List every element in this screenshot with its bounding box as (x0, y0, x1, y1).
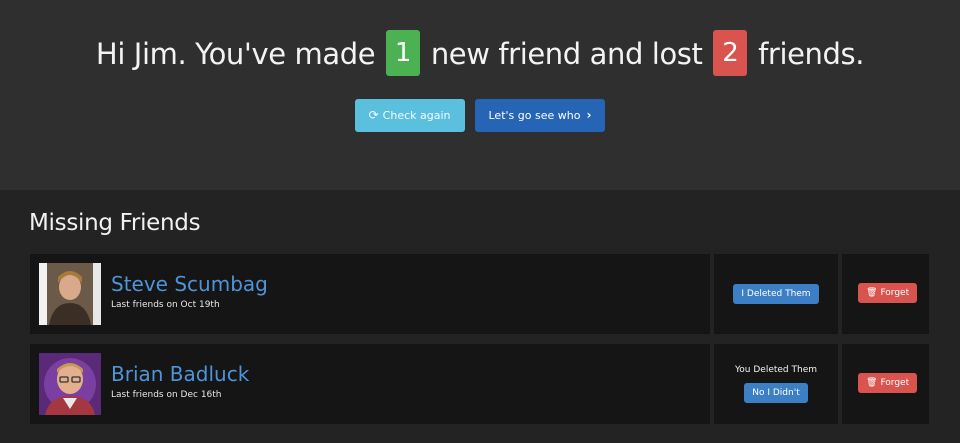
action-cell: 🗑 Forget (842, 254, 929, 334)
summary-headline: Hi Jim. You've made 1 new friend and los… (0, 30, 960, 78)
friend-info-cell: Brian Badluck Last friends on Dec 16th (30, 344, 710, 424)
friend-info-cell: Steve Scumbag Last friends on Oct 19th (30, 254, 710, 334)
summary-header: Hi Jim. You've made 1 new friend and los… (0, 0, 960, 190)
trash-icon: 🗑 (866, 378, 878, 388)
you-deleted-them-label: You Deleted Them (734, 365, 818, 375)
go-see-who-label: Let's go see who (488, 109, 581, 122)
forget-label: Forget (880, 288, 910, 298)
end-text: friends. (758, 37, 865, 71)
chevron-right-icon: › (586, 108, 592, 122)
new-friends-badge: 1 (385, 30, 420, 76)
action-buttons: ⟳ Check again Let's go see who › (0, 99, 960, 132)
no-i-didnt-button[interactable]: No I Didn't (744, 383, 808, 403)
avatar (39, 353, 101, 415)
status-cell: You Deleted Them No I Didn't (714, 344, 838, 424)
i-deleted-them-button[interactable]: I Deleted Them (733, 284, 819, 304)
action-cell: 🗑 Forget (842, 344, 929, 424)
refresh-icon: ⟳ (368, 108, 379, 122)
friend-name-link[interactable]: Brian Badluck (111, 362, 249, 386)
section-title: Missing Friends (29, 210, 201, 236)
friend-name-link[interactable]: Steve Scumbag (111, 272, 268, 296)
greeting-text: Hi Jim. You've made (95, 37, 376, 71)
lost-friends-badge: 2 (713, 30, 748, 76)
middle-text: new friend and lost (430, 37, 703, 71)
go-see-who-button[interactable]: Let's go see who › (474, 99, 606, 132)
check-again-label: Check again (382, 109, 451, 122)
trash-icon: 🗑 (866, 288, 878, 298)
friend-row: Brian Badluck Last friends on Dec 16th Y… (30, 344, 929, 424)
last-friends-date: Last friends on Oct 19th (111, 300, 220, 310)
forget-button[interactable]: 🗑 Forget (858, 373, 918, 393)
forget-label: Forget (880, 378, 910, 388)
last-friends-date: Last friends on Dec 16th (111, 390, 222, 400)
avatar (39, 263, 101, 325)
friend-row: Steve Scumbag Last friends on Oct 19th I… (30, 254, 929, 334)
status-cell: I Deleted Them (714, 254, 838, 334)
forget-button[interactable]: 🗑 Forget (858, 283, 918, 303)
check-again-button[interactable]: ⟳ Check again (354, 99, 465, 132)
